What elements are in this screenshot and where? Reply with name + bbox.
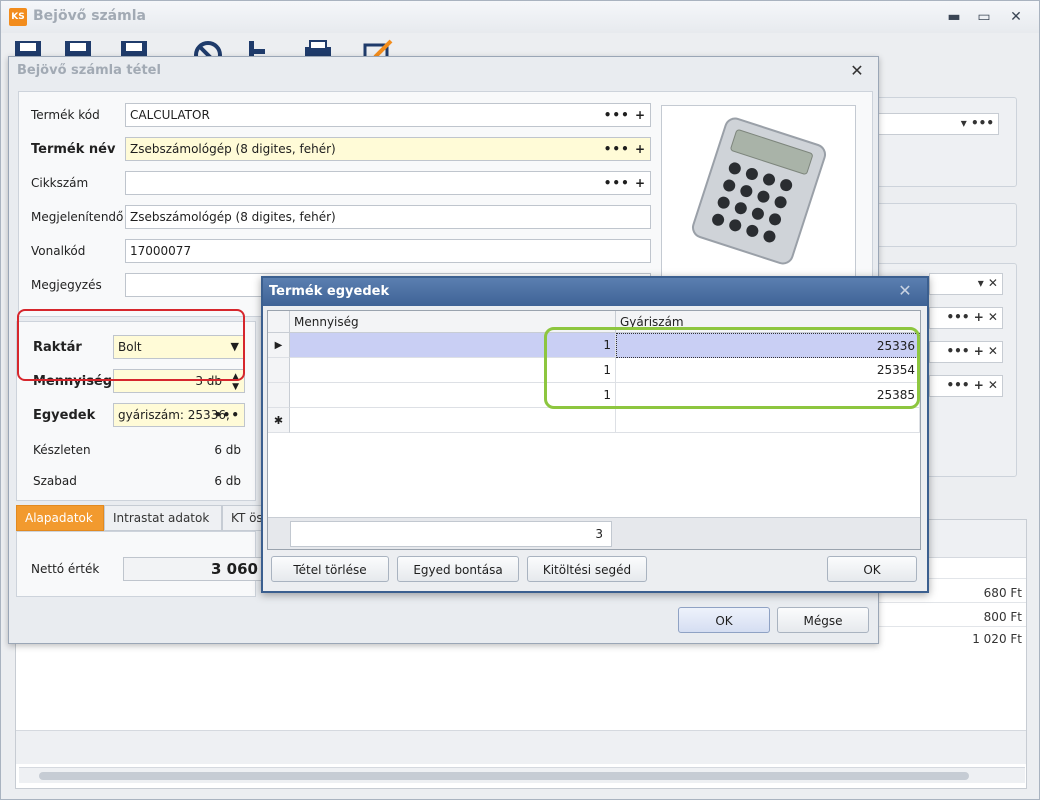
close-window-button[interactable]: ✕ xyxy=(1005,7,1027,27)
red-highlight-annotation xyxy=(17,309,245,381)
instances-close-button[interactable]: ✕ xyxy=(895,281,915,301)
cancel-dialog-button[interactable]: Mégse xyxy=(777,607,869,633)
product-image xyxy=(661,105,856,280)
delete-item-button[interactable]: Tétel törlése xyxy=(271,556,389,582)
instances-titlebar: Termék egyedek ✕ xyxy=(263,278,927,306)
main-titlebar: KS Bejövő számla ▬ ▭ ✕ xyxy=(1,1,1039,33)
split-instance-button[interactable]: Egyed bontása xyxy=(397,556,519,582)
price-cell: 800 Ft xyxy=(983,610,1022,624)
barcode-field[interactable]: 17000077 xyxy=(125,239,651,263)
ok-button[interactable]: OK xyxy=(678,607,770,633)
new-row-icon: ✱ xyxy=(268,408,290,433)
product-name-value: Zsebszámológép (8 digites, fehér) xyxy=(130,142,336,156)
app-logo: KS xyxy=(9,8,27,26)
grid-footer: 3 xyxy=(268,517,920,549)
product-name-label: Termék név xyxy=(31,142,116,157)
bg-field-2[interactable]: ••• + ✕ xyxy=(929,307,1003,329)
serial-cell[interactable] xyxy=(616,408,920,433)
free-stock-label: Szabad xyxy=(33,474,77,488)
tab-basic-data[interactable]: Alapadatok xyxy=(16,505,104,531)
net-value-field: 3 060 xyxy=(123,557,263,581)
current-row-icon: ▶ xyxy=(268,333,290,358)
product-code-label: Termék kód xyxy=(31,108,100,122)
calculator-image xyxy=(691,117,827,265)
instances-ok-button[interactable]: OK xyxy=(827,556,917,582)
bg-field-3[interactable]: ••• + ✕ xyxy=(929,341,1003,363)
display-name-label: Megjelenítendő xyxy=(31,210,124,224)
bg-field-1[interactable]: ▾ ✕ xyxy=(929,273,1003,295)
row-indicator xyxy=(268,358,290,383)
sku-label: Cikkszám xyxy=(31,176,89,190)
lookup-add-buttons[interactable]: ••• + xyxy=(604,138,646,160)
bg-header-panel xyxy=(871,97,1017,187)
instances-label: Egyedek xyxy=(33,408,96,423)
dialog-close-button[interactable]: ✕ xyxy=(847,61,867,81)
bg-panel-2 xyxy=(871,203,1017,247)
row-indicator-header xyxy=(268,311,290,333)
net-value-label: Nettó érték xyxy=(31,562,100,576)
barcode-value: 17000077 xyxy=(130,244,192,258)
tab-intrastat[interactable]: Intrastat adatok xyxy=(104,505,222,531)
green-highlight-annotation xyxy=(544,327,920,409)
window-title: Bejövő számla xyxy=(33,8,146,24)
bg-row-buttons[interactable]: ••• + ✕ xyxy=(947,344,998,358)
maximize-button[interactable]: ▭ xyxy=(973,7,995,27)
instances-dialog-title: Termék egyedek xyxy=(269,284,390,299)
ellipsis-icon[interactable]: ••• xyxy=(214,404,240,426)
bg-row-buttons[interactable]: ••• + ✕ xyxy=(947,378,998,392)
fill-helper-button[interactable]: Kitöltési segéd xyxy=(527,556,647,582)
free-stock-value: 6 db xyxy=(214,474,241,488)
bg-row-buttons[interactable]: ••• + ✕ xyxy=(947,310,998,324)
scrollbar-thumb[interactable] xyxy=(39,772,969,780)
bg-combo-buttons[interactable]: ▾ ••• xyxy=(961,116,994,130)
horizontal-scrollbar[interactable] xyxy=(19,767,1025,783)
minimize-button[interactable]: ▬ xyxy=(943,7,965,27)
new-row[interactable]: ✱ xyxy=(268,408,920,433)
in-stock-value: 6 db xyxy=(214,443,241,457)
dialog-title: Bejövő számla tétel xyxy=(17,63,161,78)
product-name-field[interactable]: Zsebszámológép (8 digites, fehér) ••• + xyxy=(125,137,651,161)
instances-field[interactable]: gyáriszám: 25336, ••• xyxy=(113,403,245,427)
quantity-cell[interactable] xyxy=(290,408,616,433)
sku-field[interactable]: ••• + xyxy=(125,171,651,195)
product-code-value: CALCULATOR xyxy=(130,108,210,122)
grid-footer xyxy=(16,730,1026,764)
product-code-field[interactable]: CALCULATOR ••• + xyxy=(125,103,651,127)
bg-combo[interactable]: ▾ ••• xyxy=(873,113,999,135)
quantity-total: 3 xyxy=(290,521,612,547)
in-stock-label: Készleten xyxy=(33,443,91,457)
bg-field-4[interactable]: ••• + ✕ xyxy=(929,375,1003,397)
product-instances-dialog: Termék egyedek ✕ Mennyiség Gyáriszám ▶ 1… xyxy=(261,276,929,593)
row-indicator xyxy=(268,383,290,408)
display-name-field[interactable]: Zsebszámológép (8 digites, fehér) xyxy=(125,205,651,229)
bg-row-buttons[interactable]: ▾ ✕ xyxy=(978,276,998,290)
price-cell: 680 Ft xyxy=(983,586,1022,600)
display-name-value: Zsebszámológép (8 digites, fehér) xyxy=(130,210,336,224)
lookup-add-buttons[interactable]: ••• + xyxy=(604,104,646,126)
price-cell: 1 020 Ft xyxy=(972,632,1022,646)
lookup-add-buttons[interactable]: ••• + xyxy=(604,172,646,194)
barcode-label: Vonalkód xyxy=(31,244,86,258)
note-label: Megjegyzés xyxy=(31,278,102,292)
